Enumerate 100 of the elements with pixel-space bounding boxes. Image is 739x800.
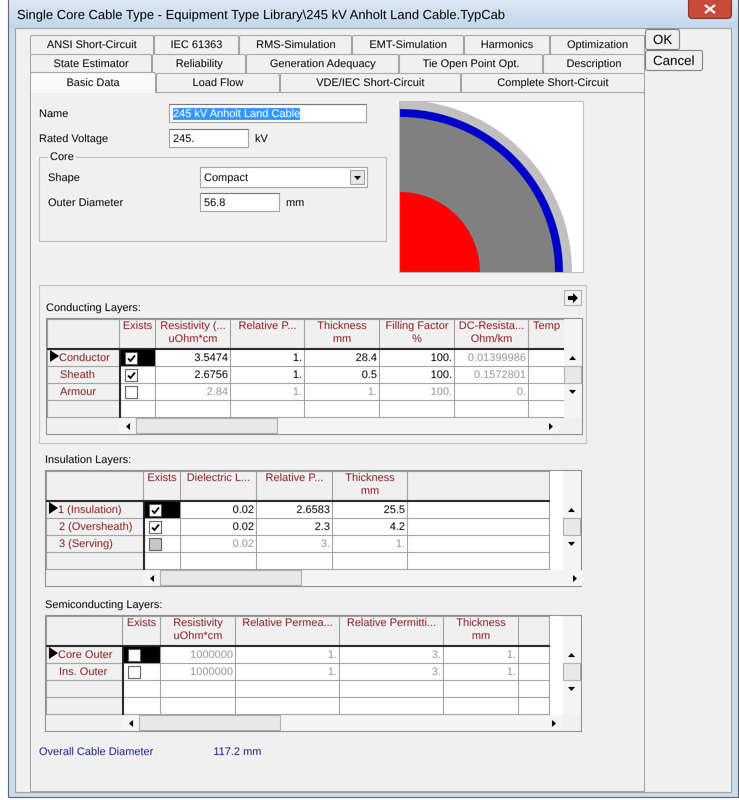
checked-checkbox[interactable] [124,368,138,382]
checkbox[interactable] [128,666,140,678]
column-header[interactable]: DC-Resista... Ohm/km [454,320,528,349]
row-header[interactable]: Sheath [48,366,120,384]
row-header[interactable]: 1 (Insulation) [46,501,144,518]
table-cell: 0. [454,384,528,400]
scroll-down-icon [568,542,575,546]
table-cell: 0.02 [180,518,256,536]
table-cell: 3. [340,664,444,680]
outer-diameter-label: Outer Diameter [48,196,124,208]
row-header[interactable]: 2 (Oversheath) [46,518,144,536]
column-header[interactable]: Thickness mm [304,320,380,349]
column-header[interactable]: Filling Factor % [380,320,454,349]
scrollbar-thumb[interactable] [563,518,581,536]
table-cell: 28.4 [304,349,380,366]
close-icon [704,4,716,14]
table-cell: 100. [380,349,454,366]
column-header[interactable]: Temp [528,320,564,349]
checked-checkbox[interactable] [124,352,138,364]
arrow-button[interactable] [564,290,582,306]
table-cell: 2.3 [256,518,332,536]
table-cell: 2.84 [156,384,230,400]
table-cell: 1. [230,366,304,384]
column-header[interactable]: Exists [122,616,160,646]
outer-diameter-field[interactable]: 56.8 [200,193,280,212]
scroll-right-icon [572,574,576,582]
column-header[interactable]: Relative Permitti... [340,616,444,646]
table-cell: 2.6583 [256,501,332,518]
column-header[interactable]: Resistivity (... uOhm*cm [156,320,230,349]
table-cell: 3.5474 [156,349,230,366]
section-title: Semiconducting Layers: [45,599,164,611]
table-cell: 3. [340,646,444,664]
tab[interactable]: EMT-Simulation [352,35,464,54]
unit-label: kV [255,132,268,144]
rated-voltage-label: Rated Voltage [39,132,110,144]
scrollbar-thumb[interactable] [563,663,581,681]
tab[interactable]: Optimization [550,35,645,54]
scroll-down-icon [568,687,575,691]
tab[interactable]: Basic Data [30,72,156,93]
tab[interactable]: Complete Short-Circuit [460,73,645,92]
scroll-up-icon [569,356,576,360]
row-header[interactable]: Armour [48,384,120,400]
row-header[interactable]: Ins. Outer [46,664,122,680]
row-pointer-icon [49,647,58,659]
shape-dropdown[interactable]: Compact [200,167,368,188]
tab[interactable]: Generation Adequacy [246,54,400,73]
tab[interactable]: Tie Open Point Opt. [399,54,543,73]
tab[interactable]: Harmonics [464,35,550,54]
tab[interactable]: RMS-Simulation [239,35,352,54]
group-title: Core [49,151,75,163]
column-header[interactable]: Relative P... [256,472,332,501]
cancel-button[interactable]: Cancel [645,50,702,71]
table-cell: 0.5 [304,366,380,384]
scrollbar-thumb[interactable] [160,570,302,586]
horizontal-scrollbar[interactable] [122,715,562,731]
scroll-left-icon [150,574,154,582]
section-title: Conducting Layers: [46,302,142,314]
checked-checkbox[interactable] [148,504,162,516]
horizontal-scrollbar[interactable] [119,418,559,434]
table-cell: 0.01399986 [454,349,528,366]
rated-voltage-field[interactable]: 245. [169,129,249,148]
tab[interactable]: Load Flow [156,73,280,92]
scrollbar-thumb[interactable] [136,418,278,434]
column-header[interactable]: Exists [120,320,156,349]
scrollbar-thumb[interactable] [139,715,281,731]
vertical-scrollbar[interactable] [563,616,581,715]
column-header[interactable]: Relative Permea... [236,616,340,646]
table-cell: 1. [236,646,340,664]
row-header[interactable]: Core Outer [46,646,122,664]
column-header[interactable]: Dielectric L... [180,472,256,501]
tab[interactable]: ANSI Short-Circuit [30,35,154,54]
name-label: Name [39,108,70,120]
column-header[interactable]: Thickness mm [444,616,518,646]
scroll-right-icon [548,422,552,430]
column-header[interactable]: Thickness mm [332,472,408,501]
table-cell: 1000000 [160,664,236,680]
vertical-scrollbar[interactable] [564,319,582,418]
tab[interactable]: VDE/IEC Short-Circuit [280,73,461,92]
ok-button[interactable]: OK [645,29,680,50]
table-cell: 1. [230,349,304,366]
tab[interactable]: IEC 61363 [154,35,240,54]
checked-checkbox[interactable] [148,520,162,534]
column-header[interactable]: Exists [144,472,180,501]
tab[interactable]: Description [542,54,646,73]
column-header[interactable]: Resistivity uOhm*cm [160,616,236,646]
checkbox[interactable] [124,386,138,398]
row-header[interactable]: Conductor [48,349,120,366]
vertical-scrollbar[interactable] [563,471,581,570]
checkbox[interactable] [128,648,140,662]
row-pointer-icon [50,350,59,362]
column-header[interactable]: Relative P... [230,320,304,349]
close-button[interactable] [688,0,732,19]
table-cell: 100. [380,384,454,400]
horizontal-scrollbar[interactable] [143,570,583,586]
scrollbar-thumb[interactable] [564,366,582,384]
scroll-left-icon [128,720,132,726]
tab[interactable]: State Estimator [30,54,152,73]
table-cell: 25.5 [332,501,408,518]
tab[interactable]: Reliability [152,54,246,73]
table-cell: 100. [380,366,454,384]
